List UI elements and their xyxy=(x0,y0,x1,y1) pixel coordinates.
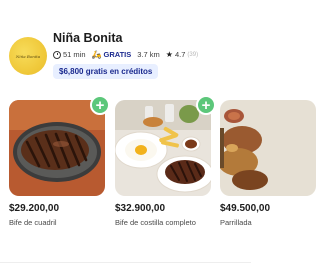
store-rating: 4.7 xyxy=(174,50,186,59)
clock-icon xyxy=(53,50,61,59)
product-name: Bife de costilla completo xyxy=(115,218,196,227)
review-count: (39) xyxy=(187,51,199,58)
product-price: $49.500,00 xyxy=(220,203,271,214)
shipping-cost: GRATIS xyxy=(103,50,132,59)
delivery-time: 51 min xyxy=(63,50,86,59)
store-logo: Niña Bonita xyxy=(9,37,47,75)
product-price: $32.900,00 xyxy=(115,203,166,214)
store-meta: 51 min 🛵 GRATIS 3.7 km ★ 4.7 (39) xyxy=(53,49,198,60)
credits-badge: $6,800 gratis en créditos xyxy=(53,64,159,79)
product-image[interactable] xyxy=(9,100,105,196)
product-price: $29.200,00 xyxy=(9,203,60,214)
product-image[interactable] xyxy=(115,100,211,196)
store-distance: 3.7 km xyxy=(137,50,160,59)
product-carousel[interactable]: + $29.200,00 Bife de cuadril + $32.900,0… xyxy=(0,95,316,250)
add-to-cart-button[interactable]: + xyxy=(90,95,110,115)
star-icon: ★ xyxy=(165,49,173,59)
product-name: Parrillada xyxy=(220,218,252,227)
add-to-cart-button[interactable]: + xyxy=(196,95,216,115)
product-image[interactable] xyxy=(220,100,316,196)
store-name[interactable]: Niña Bonita xyxy=(53,31,122,45)
product-name: Bife de cuadril xyxy=(9,218,57,227)
divider xyxy=(0,262,251,263)
store-logo-text: Niña Bonita xyxy=(15,53,41,59)
delivery-scooter-icon: 🛵 xyxy=(91,49,102,59)
store-header[interactable]: Niña Bonita Niña Bonita 51 min 🛵 GRATIS … xyxy=(0,0,251,88)
